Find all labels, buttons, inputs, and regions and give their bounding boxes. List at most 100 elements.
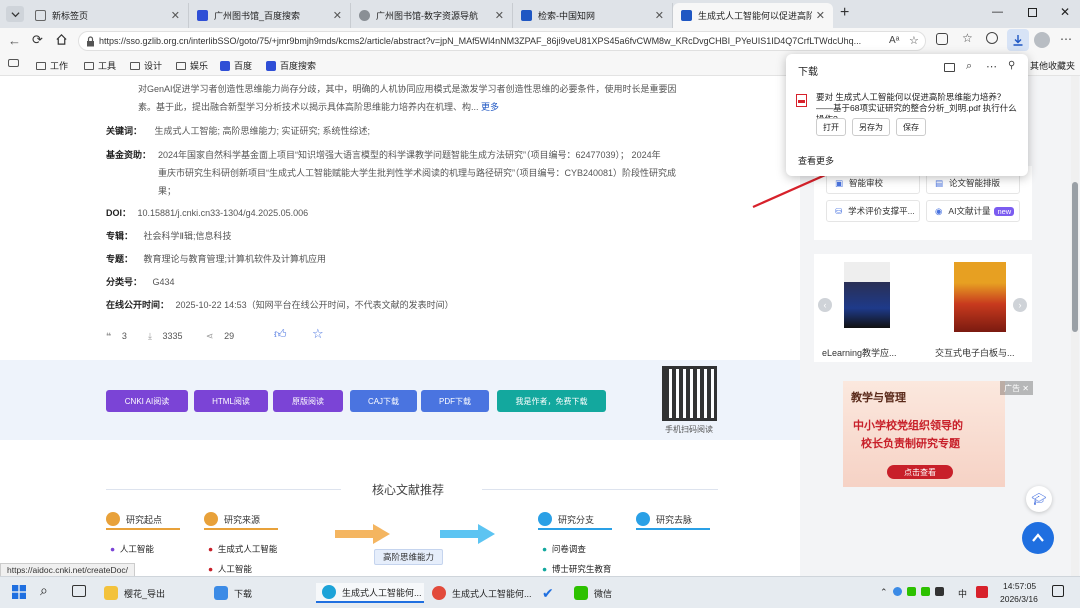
favorite-star-icon[interactable]: ☆ [909, 34, 919, 47]
carousel-next-button[interactable]: › [1013, 298, 1027, 312]
page-icon [35, 10, 46, 21]
bookmark-tools[interactable]: 工具 [84, 59, 116, 72]
branch-item[interactable]: ● 问卷调查 [542, 543, 586, 555]
taskbar-item-folder[interactable]: 樱花_导出 [104, 583, 165, 603]
branch-item[interactable]: ● 博士研究生教育 [542, 563, 611, 575]
back-to-top-button[interactable] [1022, 522, 1054, 554]
extensions-icon[interactable] [936, 33, 948, 45]
tray-icons[interactable]: ⌃ [880, 587, 944, 598]
save-button[interactable]: 保存 [896, 118, 926, 136]
downloads-button[interactable] [1007, 29, 1029, 51]
taskbar-item-downloads[interactable]: 下载 [214, 583, 252, 603]
tab-list-button[interactable] [6, 6, 24, 22]
tab-strip: 新标签页 ✕ 广州图书馆_百度搜索 ✕ 广州图书馆-数字资源导航 ✕ 检索-中国… [0, 0, 1080, 28]
favorite-star-icon[interactable]: ☆ [312, 326, 324, 342]
book-title-1[interactable]: eLearning教学应... [822, 346, 897, 359]
download-count: ⤓ 3335 [148, 331, 183, 341]
scrollbar[interactable] [1071, 76, 1079, 576]
url-field[interactable]: https://sso.gzlib.org.cn/interlibSSO/got… [78, 31, 926, 51]
close-icon[interactable]: ✕ [655, 9, 664, 22]
origin-item[interactable]: ● 人工智能 [110, 543, 154, 555]
favorites-icon[interactable]: ☆ [962, 31, 973, 45]
book-title-2[interactable]: 交互式电子白板与... [935, 346, 1015, 359]
format-icon: ▤ [935, 177, 944, 188]
open-button[interactable]: 打开 [816, 118, 846, 136]
taskbar-item-check[interactable]: ✔ [542, 583, 554, 603]
bookmark-design[interactable]: 设计 [130, 59, 162, 72]
task-view-icon[interactable] [72, 585, 86, 597]
close-icon[interactable]: ✕ [171, 9, 180, 22]
pdf-download-button[interactable]: PDF下载 [421, 390, 489, 412]
topic-row: 专题： 教育理论与教育管理;计算机软件及计算机应用 [106, 254, 327, 264]
caj-download-button[interactable]: CAJ下载 [350, 390, 417, 412]
doi-value[interactable]: 10.15881/j.cnki.cn33-1304/g4.2025.05.006 [138, 208, 309, 218]
more-menu-icon[interactable]: ⋯ [1060, 32, 1072, 46]
maximize-button[interactable] [1028, 8, 1037, 17]
history-icon[interactable] [986, 32, 998, 44]
more-link[interactable]: 更多 [481, 102, 499, 112]
notification-icon[interactable] [1052, 585, 1064, 597]
pin-icon[interactable]: ⚲ [1008, 60, 1015, 71]
tab-new-tab[interactable]: 新标签页 ✕ [27, 3, 189, 28]
carousel-prev-button[interactable]: ‹ [818, 298, 832, 312]
book-cover-1[interactable] [844, 262, 890, 328]
bookmark-work[interactable]: 工作 [36, 59, 68, 72]
close-icon[interactable]: ✕ [333, 9, 342, 22]
search-icon[interactable]: ⌕ [40, 582, 48, 599]
cnki-ai-read-button[interactable]: CNKI AI阅读 [106, 390, 188, 412]
bookmark-baidu-search[interactable]: 百度搜索 [266, 59, 316, 72]
share-count: ⋖ 29 [206, 331, 235, 341]
open-folder-icon[interactable] [944, 63, 955, 72]
ime-indicator[interactable]: 中 [958, 587, 967, 600]
download-icon [214, 586, 228, 600]
see-more-link[interactable]: 查看更多 [798, 154, 834, 167]
back-button[interactable]: ← [8, 33, 21, 48]
taskbar-item-chrome[interactable]: 生成式人工智能何... [432, 583, 532, 603]
minimize-button[interactable]: — [992, 6, 1003, 18]
close-icon[interactable]: ✕ [495, 9, 504, 22]
bookmark-reading-list[interactable] [8, 59, 19, 67]
more-options-icon[interactable]: ⋯ [986, 60, 997, 73]
home-button[interactable] [55, 33, 68, 48]
ai-check-button[interactable]: ◉ AI文献计量 new [926, 200, 1020, 222]
keywords[interactable]: 生成式人工智能; 高阶思维能力; 实证研究; 系统性综述; [155, 126, 371, 136]
read-aloud-icon[interactable]: Aᵃ [889, 35, 899, 46]
new-tab-button[interactable]: + [840, 4, 849, 22]
bookmark-entertainment[interactable]: 娱乐 [176, 59, 208, 72]
tab-current-article[interactable]: 生成式人工智能何以促进高阶思维 ✕ [673, 3, 833, 28]
tab-baidu-search[interactable]: 广州图书馆_百度搜索 ✕ [189, 3, 351, 28]
author-free-download-button[interactable]: 我是作者，免费下载 [497, 390, 606, 412]
scrollbar-thumb[interactable] [1072, 182, 1078, 332]
bookmark-other-favorites[interactable]: 其他收藏夹 [1030, 59, 1075, 72]
tab-digital-resources[interactable]: 广州图书馆-数字资源导航 ✕ [351, 3, 513, 28]
close-window-button[interactable]: ✕ [1060, 5, 1070, 19]
save-as-button[interactable]: 另存为 [852, 118, 890, 136]
original-read-button[interactable]: 原版阅读 [273, 390, 343, 412]
windows-start-icon[interactable] [12, 585, 26, 599]
source-item[interactable]: ● 人工智能 [208, 563, 252, 575]
like-icon[interactable]: 👍︎ [274, 327, 287, 342]
tray-app-icon [920, 587, 930, 596]
close-icon[interactable]: ✕ [816, 9, 825, 22]
taskbar-item-edge[interactable]: 生成式人工智能何... [316, 583, 424, 603]
refresh-button[interactable]: ⟳ [32, 32, 43, 48]
taskbar-item-wechat[interactable]: 微信 [574, 583, 612, 603]
clock-date[interactable]: 2026/3/16 [1000, 594, 1038, 604]
download-icon [1013, 35, 1023, 46]
html-read-button[interactable]: HTML阅读 [194, 390, 268, 412]
ad-badge[interactable]: 广告 ✕ [1000, 381, 1033, 395]
source-item[interactable]: ● 生成式人工智能 [208, 543, 277, 555]
folder-icon [130, 61, 140, 70]
tab-cnki-search[interactable]: 检索-中国知网 ✕ [513, 3, 673, 28]
download-popup: 下载 ⌕ ⋯ ⚲ 要对 生成式人工智能何以促进高阶思维能力培养？——基于68项实… [786, 54, 1028, 176]
ad-view-button[interactable]: 点击查看 [887, 465, 953, 479]
avatar[interactable] [1034, 32, 1050, 48]
folder-icon [176, 61, 186, 70]
graduate-cap-button[interactable]: 🎓︎ [1026, 486, 1052, 512]
tray-app-icon[interactable] [976, 586, 988, 598]
clock-time[interactable]: 14:57:05 [1003, 581, 1036, 591]
search-icon[interactable]: ⌕ [966, 60, 972, 73]
ad-banner[interactable]: 教学与管理 中小学校党组织领导的 校长负责制研究专题 点击查看 [843, 381, 1005, 487]
book-cover-2[interactable] [954, 262, 1006, 332]
bookmark-baidu[interactable]: 百度 [220, 59, 252, 72]
